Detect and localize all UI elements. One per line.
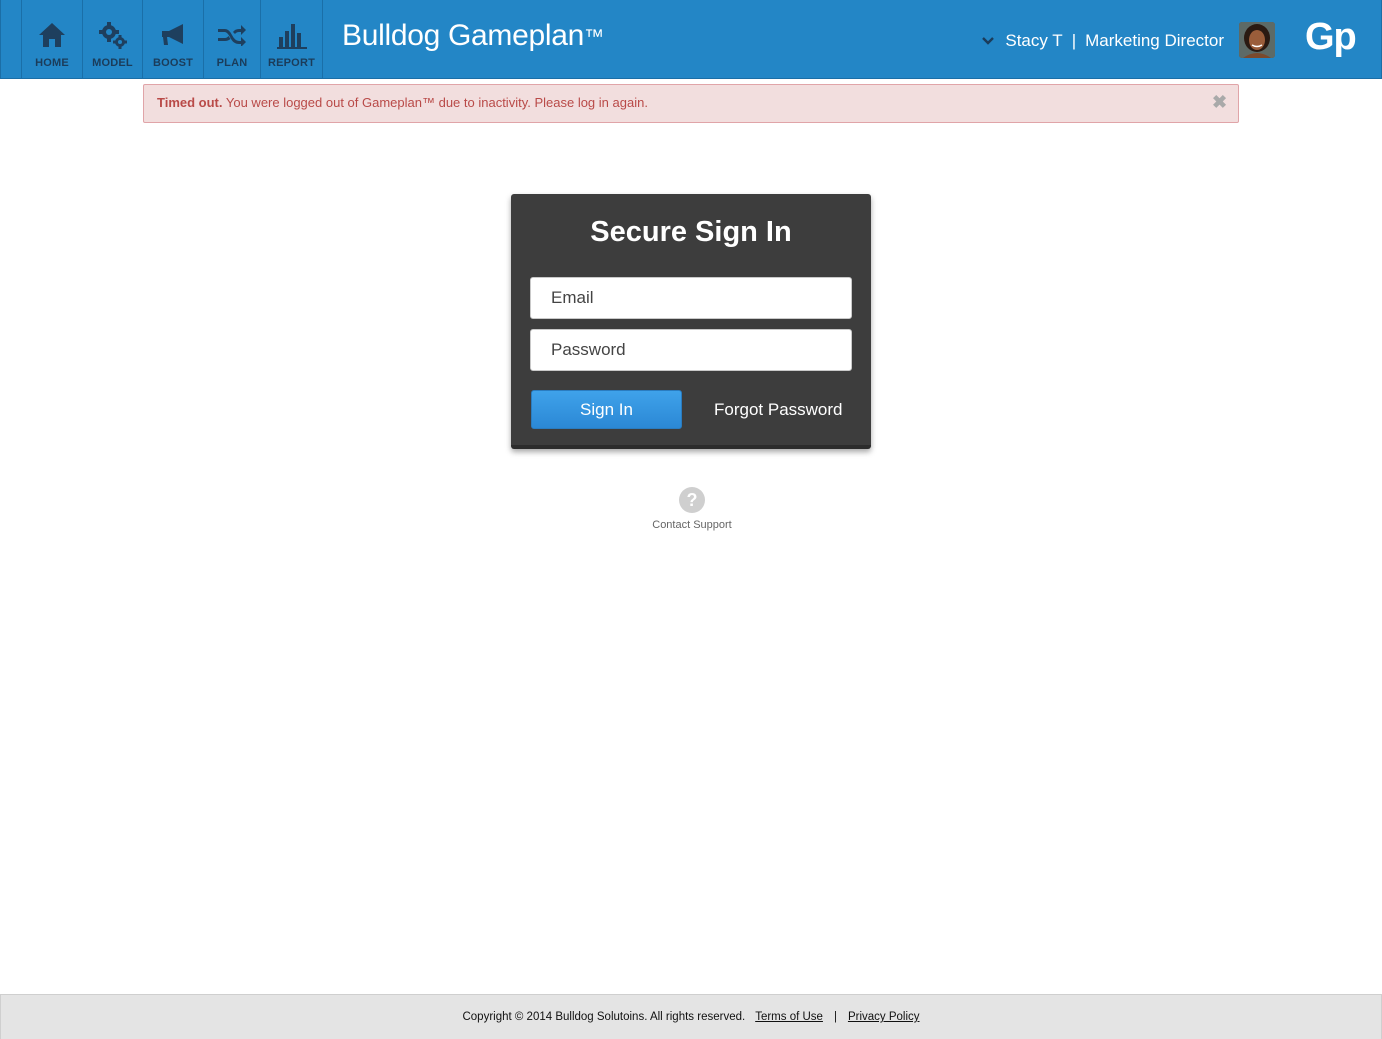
user-role: Marketing Director [1085,31,1224,50]
nav-plan[interactable]: PLAN [203,0,260,78]
page: HOME MODEL BOOST PLAN REPORT Bulldog Gam… [0,0,1382,1039]
shuffle-icon [216,19,248,51]
main-nav: HOME MODEL BOOST PLAN REPORT [21,0,323,78]
footer: Copyright © 2014 Bulldog Solutoins. All … [0,994,1382,1039]
forgot-password-link[interactable]: Forgot Password [714,400,843,420]
avatar[interactable] [1239,22,1275,58]
sign-in-button[interactable]: Sign In [531,390,682,429]
nav-model[interactable]: MODEL [82,0,142,78]
footer-separator: | [833,1011,837,1023]
chevron-down-icon [982,37,995,45]
copyright-text: Copyright © 2014 Bulldog Solutoins. All … [462,1011,746,1023]
email-field[interactable] [530,277,852,319]
user-name: Stacy T [1005,31,1063,50]
help-icon: ? [679,487,705,513]
nav-report-label: REPORT [267,57,316,69]
nav-model-label: MODEL [92,57,133,69]
contact-support-label: Contact Support [652,519,732,531]
nav-plan-label: PLAN [216,57,248,69]
sign-in-heading: Secure Sign In [590,216,792,248]
trademark-symbol: ™ [584,26,604,48]
alert-message: You were logged out of Gameplan™ due to … [225,95,648,110]
bar-chart-icon [276,19,308,51]
home-icon [36,19,68,51]
megaphone-icon [157,19,189,51]
terms-of-use-link[interactable]: Terms of Use [755,1011,823,1023]
user-menu[interactable]: Stacy T | Marketing Director [981,29,1224,53]
nav-home[interactable]: HOME [21,0,82,78]
password-field[interactable] [530,329,852,371]
app-title[interactable]: Bulldog Gameplan™ [342,19,604,53]
alert-title: Timed out. [157,95,223,110]
nav-boost[interactable]: BOOST [142,0,203,78]
app-title-text: Bulldog Gameplan [342,19,585,52]
nav-home-label: HOME [35,57,69,69]
user-separator: | [1071,31,1077,50]
gameplan-logo[interactable]: Gp [1305,16,1357,59]
nav-boost-label: BOOST [152,57,194,69]
top-navigation-bar: HOME MODEL BOOST PLAN REPORT Bulldog Gam… [0,0,1382,79]
close-icon[interactable]: ✖ [1212,93,1227,111]
sign-in-panel: Secure Sign In Sign In Forgot Password [511,194,871,449]
privacy-policy-link[interactable]: Privacy Policy [848,1011,920,1023]
nav-report[interactable]: REPORT [260,0,323,78]
gears-icon [97,19,129,51]
timeout-alert: Timed out. You were logged out of Gamepl… [143,84,1239,123]
contact-support[interactable]: ? Contact Support [640,487,744,531]
